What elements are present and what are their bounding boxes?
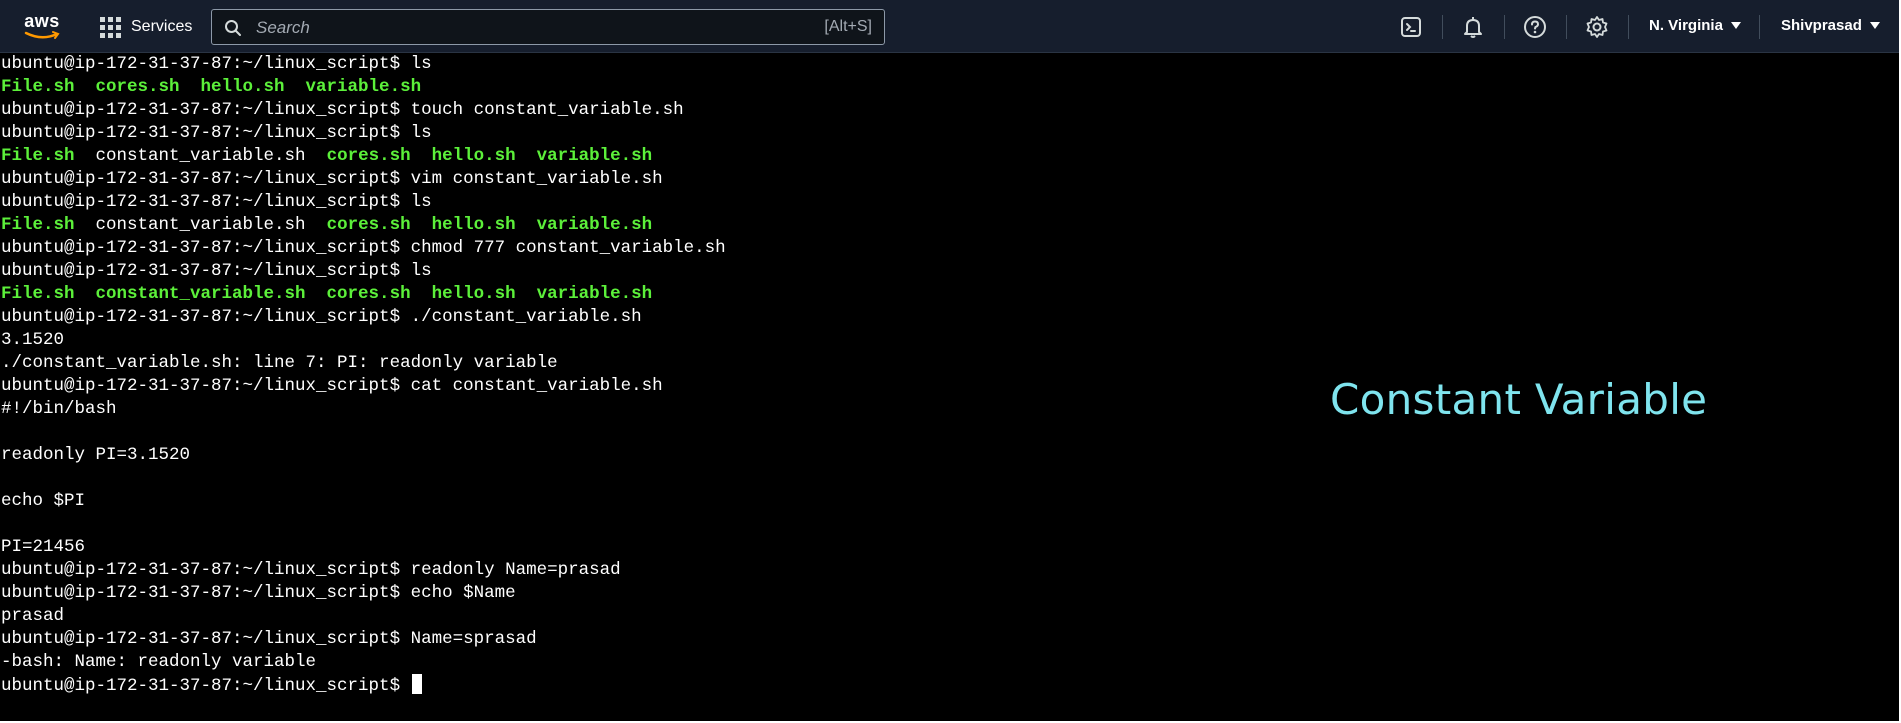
terminal-line: ubuntu@ip-172-31-37-87:~/linux_script$ r…	[1, 559, 621, 582]
file-listing: File.sh constant_variable.sh cores.sh he…	[1, 284, 653, 304]
shell-command: echo $Name	[410, 583, 516, 603]
shell-prompt: ubuntu@ip-172-31-37-87:~/linux_script$	[1, 192, 411, 212]
shell-prompt: ubuntu@ip-172-31-37-87:~/linux_script$	[1, 261, 411, 281]
output-text: prasad	[1, 606, 65, 626]
terminal-line: prasad	[1, 605, 64, 628]
shell-prompt: ubuntu@ip-172-31-37-87:~/linux_script$	[1, 100, 411, 120]
search-icon	[225, 20, 241, 36]
aws-smile-icon	[24, 31, 60, 39]
shell-command: touch constant_variable.sh	[410, 100, 684, 120]
shell-command: cat constant_variable.sh	[410, 376, 663, 396]
executable-file-name: File.sh	[1, 215, 75, 235]
shell-command: ls	[410, 192, 432, 212]
output-text: 3.1520	[1, 330, 65, 350]
shell-command: readonly Name=prasad	[410, 560, 621, 580]
shell-command: ./constant_variable.sh	[410, 307, 642, 327]
shell-command: ls	[410, 54, 432, 74]
aws-logo[interactable]: aws	[20, 11, 64, 43]
search-box[interactable]: [Alt+S]	[211, 9, 885, 45]
terminal-line: ubuntu@ip-172-31-37-87:~/linux_script$ e…	[1, 582, 516, 605]
terminal-line: ubuntu@ip-172-31-37-87:~/linux_script$ l…	[1, 53, 432, 76]
search-input[interactable]	[254, 16, 738, 40]
output-text: echo $PI	[1, 491, 86, 511]
terminal-line: readonly PI=3.1520	[1, 444, 190, 467]
terminal-line: ubuntu@ip-172-31-37-87:~/linux_script$ c…	[1, 375, 663, 398]
aws-logo-text: aws	[24, 11, 60, 31]
account-menu[interactable]: Shivprasad	[1781, 17, 1880, 34]
bell-icon[interactable]	[1461, 15, 1485, 39]
executable-file-name: cores.sh hello.sh variable.sh	[326, 146, 653, 166]
nav-divider	[1566, 15, 1567, 39]
nav-divider	[1442, 15, 1443, 39]
shell-prompt: ubuntu@ip-172-31-37-87:~/linux_script$	[1, 560, 411, 580]
terminal-line: #!/bin/bash	[1, 398, 117, 421]
file-name: constant_variable.sh	[74, 215, 327, 235]
output-text: ./constant_variable.sh: line 7: PI: read…	[1, 353, 558, 373]
shell-prompt: ubuntu@ip-172-31-37-87:~/linux_script$	[1, 54, 411, 74]
output-text: #!/bin/bash	[1, 399, 117, 419]
terminal-line: ubuntu@ip-172-31-37-87:~/linux_script$ N…	[1, 628, 537, 651]
caret-down-icon	[1869, 22, 1880, 29]
region-selector[interactable]: N. Virginia	[1649, 17, 1741, 34]
app-window: aws Services [Alt+S]	[0, 0, 1899, 721]
nav-divider	[1759, 15, 1760, 39]
shell-prompt: ubuntu@ip-172-31-37-87:~/linux_script$	[1, 123, 411, 143]
shell-prompt: ubuntu@ip-172-31-37-87:~/linux_script$	[1, 307, 411, 327]
cloudshell-icon[interactable]	[1399, 15, 1423, 39]
help-icon[interactable]	[1523, 15, 1547, 39]
terminal-line: File.sh constant_variable.sh cores.sh he…	[1, 145, 652, 168]
shell-prompt: ubuntu@ip-172-31-37-87:~/linux_script$	[1, 238, 411, 258]
shell-command: ls	[410, 123, 432, 143]
terminal-line: File.sh cores.sh hello.sh variable.sh	[1, 76, 421, 99]
shell-prompt: ubuntu@ip-172-31-37-87:~/linux_script$	[1, 169, 411, 189]
file-name: constant_variable.sh	[74, 146, 327, 166]
terminal-line: File.sh constant_variable.sh cores.sh he…	[1, 214, 652, 237]
executable-file-name: cores.sh hello.sh variable.sh	[326, 215, 653, 235]
account-label: Shivprasad	[1781, 17, 1862, 34]
terminal-line: ubuntu@ip-172-31-37-87:~/linux_script$ v…	[1, 168, 663, 191]
aws-console-navbar: aws Services [Alt+S]	[0, 0, 1899, 53]
terminal-cursor	[411, 674, 422, 694]
terminal-output[interactable]: ubuntu@ip-172-31-37-87:~/linux_script$ l…	[0, 53, 1899, 721]
search-shortcut-hint: [Alt+S]	[824, 18, 872, 35]
caret-down-icon	[1730, 22, 1741, 29]
terminal-line: ubuntu@ip-172-31-37-87:~/linux_script$ l…	[1, 260, 432, 283]
terminal-line: ./constant_variable.sh: line 7: PI: read…	[1, 352, 558, 375]
executable-file-name: File.sh	[1, 146, 75, 166]
services-label: Services	[131, 18, 193, 35]
shell-command: ls	[410, 261, 432, 281]
nav-divider	[1504, 15, 1505, 39]
terminal-line: ubuntu@ip-172-31-37-87:~/linux_script$ c…	[1, 237, 726, 260]
nav-divider	[1628, 15, 1629, 39]
terminal-line: 3.1520	[1, 329, 64, 352]
shell-prompt: ubuntu@ip-172-31-37-87:~/linux_script$	[1, 376, 411, 396]
shell-prompt: ubuntu@ip-172-31-37-87:~/linux_script$	[1, 583, 411, 603]
settings-icon[interactable]	[1585, 15, 1609, 39]
terminal-line: PI=21456	[1, 536, 85, 559]
overlay-title: Constant Variable	[1330, 375, 1708, 424]
terminal-line: -bash: Name: readonly variable	[1, 651, 316, 674]
shell-command: vim constant_variable.sh	[410, 169, 663, 189]
shell-prompt: ubuntu@ip-172-31-37-87:~/linux_script$	[1, 676, 411, 696]
terminal-line: echo $PI	[1, 490, 85, 513]
services-menu-button[interactable]: Services	[100, 14, 192, 40]
shell-prompt: ubuntu@ip-172-31-37-87:~/linux_script$	[1, 629, 411, 649]
output-text: PI=21456	[1, 537, 86, 557]
terminal-line: ubuntu@ip-172-31-37-87:~/linux_script$ .…	[1, 306, 642, 329]
terminal-line: File.sh constant_variable.sh cores.sh he…	[1, 283, 652, 306]
terminal-line: ubuntu@ip-172-31-37-87:~/linux_script$ l…	[1, 191, 432, 214]
terminal-line: ubuntu@ip-172-31-37-87:~/linux_script$ t…	[1, 99, 684, 122]
shell-command: chmod 777 constant_variable.sh	[410, 238, 726, 258]
terminal-line: ubuntu@ip-172-31-37-87:~/linux_script$ l…	[1, 122, 432, 145]
shell-command: Name=sprasad	[410, 629, 537, 649]
terminal-line: ubuntu@ip-172-31-37-87:~/linux_script$	[1, 674, 422, 697]
region-label: N. Virginia	[1649, 17, 1723, 34]
file-listing: File.sh cores.sh hello.sh variable.sh	[1, 77, 422, 97]
output-text: -bash: Name: readonly variable	[1, 652, 317, 672]
apps-grid-icon	[100, 16, 121, 38]
output-text: readonly PI=3.1520	[1, 445, 191, 465]
